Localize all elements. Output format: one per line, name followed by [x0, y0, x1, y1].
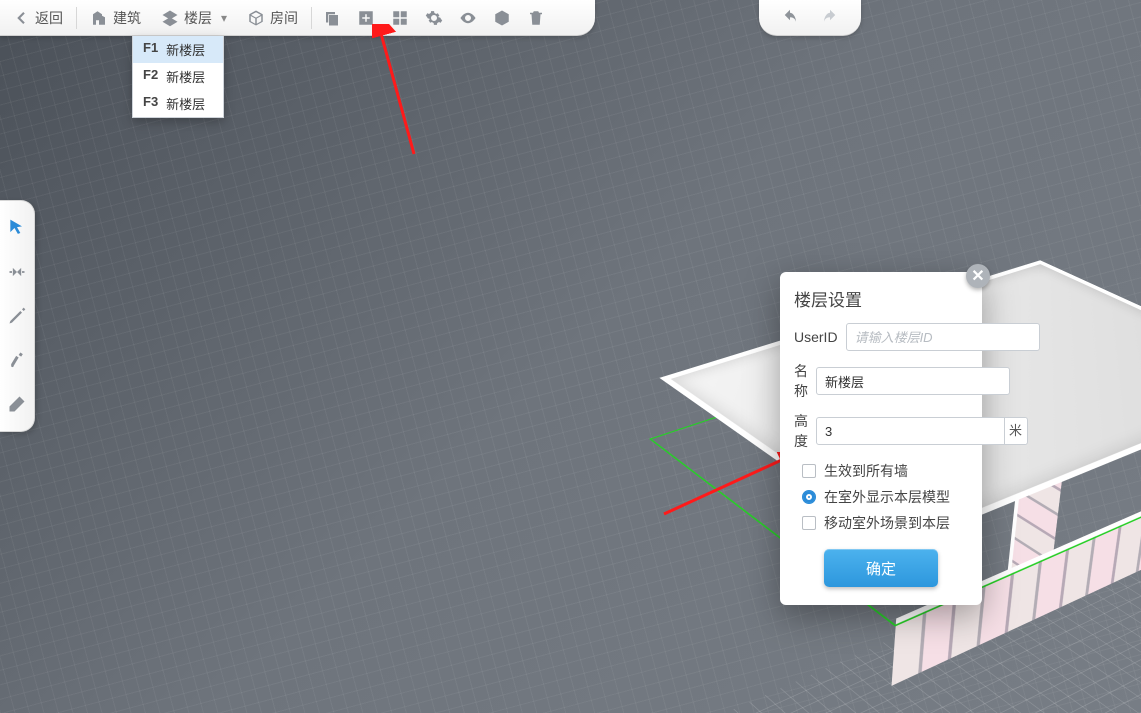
floor-label: 新楼层: [166, 40, 205, 59]
opt-apply-all-walls-label: 生效到所有墙: [824, 461, 908, 481]
building-button[interactable]: 建筑: [80, 0, 151, 36]
floor-dropdown[interactable]: F1 新楼层 F2 新楼层 F3 新楼层: [132, 36, 224, 118]
gear-icon: [425, 9, 443, 27]
name-input[interactable]: [816, 367, 1010, 395]
dialog-title: 楼层设置: [794, 286, 968, 311]
floor-dropdown-item[interactable]: F2 新楼层: [133, 63, 223, 90]
userid-input[interactable]: [846, 323, 1040, 351]
trash-icon: [527, 9, 545, 27]
height-label: 高度: [794, 411, 808, 451]
checkbox-icon: [802, 490, 816, 504]
name-label: 名称: [794, 361, 808, 401]
pointer-tool[interactable]: [4, 215, 30, 241]
floor-label: 楼层: [184, 8, 212, 28]
close-icon: ✕: [971, 266, 984, 286]
main-toolbar: 返回 建筑 楼层 ▾ 房间: [0, 0, 595, 36]
copy-icon: [323, 9, 341, 27]
floor-dropdown-item[interactable]: F1 新楼层: [133, 36, 223, 63]
delete-button[interactable]: [519, 0, 553, 36]
plus-square-icon: [357, 9, 375, 27]
userid-label: UserID: [794, 329, 838, 345]
left-toolbox: [0, 200, 35, 432]
add-button[interactable]: [349, 0, 383, 36]
floor-label: 新楼层: [166, 67, 205, 86]
opt-apply-all-walls[interactable]: 生效到所有墙: [802, 461, 968, 481]
floor-button[interactable]: 楼层 ▾: [151, 0, 237, 36]
separator: [76, 7, 77, 29]
grid-button[interactable]: [383, 0, 417, 36]
dialog-close-button[interactable]: ✕: [966, 264, 990, 288]
floor-code: F3: [143, 94, 158, 113]
floor-label: 新楼层: [166, 94, 205, 113]
floor-code: F1: [143, 40, 158, 59]
box-button[interactable]: [485, 0, 519, 36]
back-button[interactable]: 返回: [2, 0, 73, 36]
separator: [311, 7, 312, 29]
cube-icon: [247, 9, 265, 27]
opt-move-outdoor-scene[interactable]: 移动室外场景到本层: [802, 513, 968, 533]
settings-button[interactable]: [417, 0, 451, 36]
room-button[interactable]: 房间: [237, 0, 308, 36]
ok-button[interactable]: 确定: [824, 549, 938, 587]
floor-dropdown-item[interactable]: F3 新楼层: [133, 90, 223, 117]
opt-show-outdoor-label: 在室外显示本层模型: [824, 487, 950, 507]
redo-button[interactable]: [821, 9, 839, 27]
opt-show-outdoor[interactable]: 在室外显示本层模型: [802, 487, 968, 507]
building-label: 建筑: [113, 8, 141, 28]
layers-icon: [161, 9, 179, 27]
chevron-down-icon: ▾: [221, 11, 227, 25]
checkbox-icon: [802, 516, 816, 530]
box-icon: [493, 9, 511, 27]
paint-tool[interactable]: [4, 347, 30, 373]
measure-tool[interactable]: [4, 259, 30, 285]
chevron-left-icon: [12, 9, 30, 27]
room-label: 房间: [270, 8, 298, 28]
opt-move-outdoor-scene-label: 移动室外场景到本层: [824, 513, 950, 533]
building-icon: [90, 9, 108, 27]
eraser-tool[interactable]: [4, 391, 30, 417]
floor-settings-dialog: ✕ 楼层设置 UserID 名称 高度 米 生效到所有墙 在室外显示本层模型 移…: [780, 272, 982, 605]
back-label: 返回: [35, 8, 63, 28]
floor-code: F2: [143, 67, 158, 86]
checkbox-icon: [802, 464, 816, 478]
copy-button[interactable]: [315, 0, 349, 36]
eye-icon: [459, 9, 477, 27]
visibility-button[interactable]: [451, 0, 485, 36]
draw-tool[interactable]: [4, 303, 30, 329]
undo-button[interactable]: [781, 9, 799, 27]
history-toolbar: [759, 0, 861, 36]
height-input[interactable]: [816, 417, 1028, 445]
grid-icon: [391, 9, 409, 27]
